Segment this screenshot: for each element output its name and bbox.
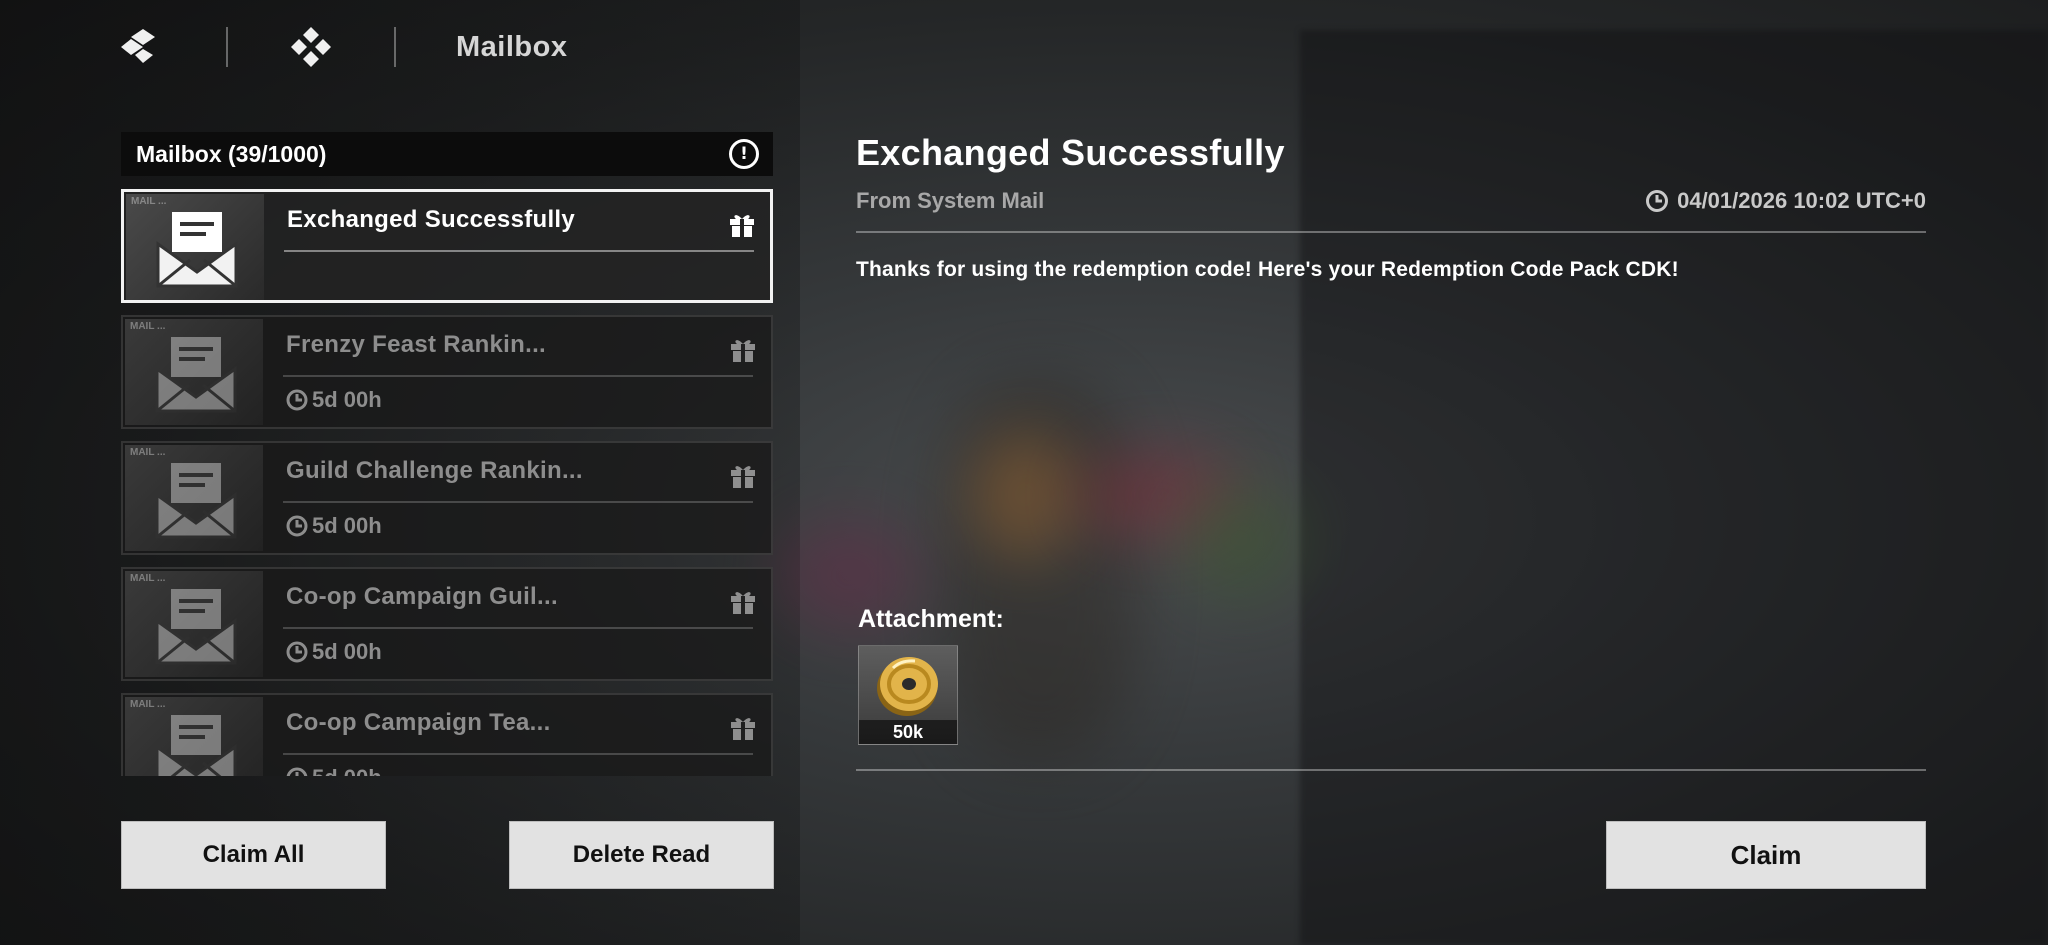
delete-read-button[interactable]: Delete Read [509, 821, 774, 889]
gift-icon [731, 340, 755, 362]
mail-timestamp: 04/01/2026 10:02 UTC+0 [1645, 188, 1926, 214]
page-title: Mailbox [456, 30, 568, 63]
clock-icon [286, 515, 308, 537]
background-blurred-menu [1300, 30, 2048, 945]
mail-list-item[interactable]: MAIL ... Co-op Campaign Guil... 5d 00h [121, 567, 773, 681]
mail-thumbnail: MAIL ... [125, 697, 263, 776]
envelope-icon [156, 212, 238, 288]
envelope-icon [155, 589, 237, 665]
mail-list-item[interactable]: MAIL ... Frenzy Feast Rankin... 5d 00h [121, 315, 773, 429]
menu-diamond-icon[interactable] [120, 24, 166, 70]
attachment-item[interactable]: 50k [858, 645, 958, 745]
mail-expiry: 5d 00h [286, 765, 382, 776]
mail-timestamp-text: 04/01/2026 10:02 UTC+0 [1677, 188, 1926, 213]
mail-divider [283, 375, 753, 377]
mail-body: Thanks for using the redemption code! He… [856, 258, 1679, 281]
grid-diamond-icon[interactable] [288, 24, 334, 70]
mail-expiry: 5d 00h [286, 639, 382, 665]
background-blur [970, 430, 1080, 560]
gift-icon [730, 215, 754, 237]
mail-list-item[interactable]: MAIL ... Co-op Campaign Tea... 5d 00h [121, 693, 773, 776]
mail-divider [283, 501, 753, 503]
mail-thumb-label: MAIL ... [130, 573, 166, 584]
nav-divider [394, 27, 396, 67]
envelope-icon [155, 337, 237, 413]
claim-button[interactable]: Claim [1606, 821, 1926, 889]
info-icon[interactable]: ! [729, 139, 759, 169]
divider [856, 769, 1926, 771]
mail-expiry: 5d 00h [286, 513, 382, 539]
mail-expiry-text: 5d 00h [312, 639, 382, 664]
envelope-icon [155, 715, 237, 776]
claim-all-button[interactable]: Claim All [121, 821, 386, 889]
clock-icon [286, 767, 308, 776]
mail-expiry-text: 5d 00h [312, 387, 382, 412]
nav-divider [226, 27, 228, 67]
mail-title: Exchanged Successfully [287, 206, 576, 233]
mail-thumb-label: MAIL ... [130, 321, 166, 332]
mail-title: Co-op Campaign Tea... [286, 709, 551, 736]
mailbox-header: Mailbox (39/1000) ! [121, 132, 773, 176]
mail-thumbnail: MAIL ... [125, 319, 263, 425]
mail-divider [283, 627, 753, 629]
mail-sender: From System Mail [856, 188, 1045, 213]
clock-icon [1646, 190, 1669, 212]
mail-expiry-text: 5d 00h [312, 765, 382, 776]
mail-list-item[interactable]: MAIL ... Exchanged Successfully [121, 189, 773, 303]
top-nav: Mailbox [120, 22, 567, 72]
gift-icon [731, 718, 755, 740]
clock-icon [286, 389, 308, 411]
mail-thumbnail: MAIL ... [126, 194, 264, 300]
attachment-label: Attachment: [858, 605, 1004, 633]
mail-thumbnail: MAIL ... [125, 571, 263, 677]
mail-thumb-label: MAIL ... [130, 699, 166, 710]
mail-list-item[interactable]: MAIL ... Guild Challenge Rankin... 5d 00… [121, 441, 773, 555]
attachment-quantity: 50k [859, 720, 957, 744]
clock-icon [286, 641, 308, 663]
mail-title: Frenzy Feast Rankin... [286, 331, 547, 358]
background-blur [1180, 480, 1300, 600]
mail-thumb-label: MAIL ... [131, 196, 167, 207]
mail-divider [284, 250, 754, 252]
gold-coin-icon [877, 657, 938, 716]
mail-divider [283, 753, 753, 755]
envelope-icon [155, 463, 237, 539]
divider [856, 231, 1926, 233]
mail-detail-title: Exchanged Successfully [856, 132, 1285, 173]
mail-expiry-text: 5d 00h [312, 513, 382, 538]
mail-thumbnail: MAIL ... [125, 445, 263, 551]
mail-title: Co-op Campaign Guil... [286, 583, 558, 610]
gift-icon [731, 592, 755, 614]
mail-title: Guild Challenge Rankin... [286, 457, 583, 484]
mail-list[interactable]: MAIL ... Exchanged Successfully MAIL ... [121, 189, 773, 776]
mail-expiry: 5d 00h [286, 387, 382, 413]
mail-thumb-label: MAIL ... [130, 447, 166, 458]
gift-icon [731, 466, 755, 488]
mailbox-count-label: Mailbox (39/1000) [136, 140, 327, 167]
